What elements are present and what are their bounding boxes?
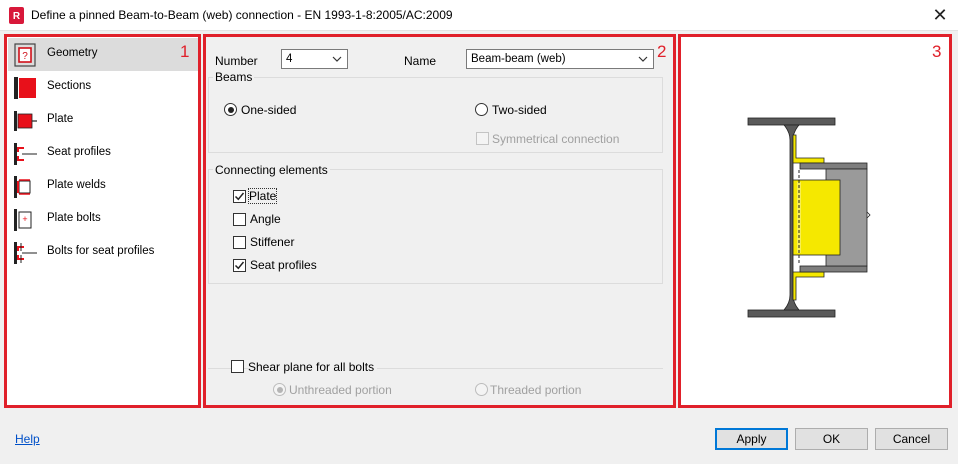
annotation-number-2: 2 (657, 42, 667, 61)
title-bar: R Define a pinned Beam-to-Beam (web) con… (0, 0, 958, 31)
shear-plane-checkbox[interactable] (231, 360, 244, 373)
nav-label: Geometry (47, 47, 98, 59)
beam-bottom-flange (799, 265, 868, 273)
stiffener-label[interactable]: Stiffener (250, 235, 294, 249)
number-value: 4 (286, 53, 293, 65)
seat-profiles-icon (14, 143, 37, 165)
nav-item-plate-welds[interactable]: Plate welds (8, 170, 198, 203)
shear-plane-label[interactable]: Shear plane for all bolts (248, 360, 378, 374)
nav-label: Sections (47, 80, 92, 92)
check-icon (234, 192, 245, 201)
robot-app-icon: R (9, 7, 24, 24)
nav-item-plate-bolts[interactable]: + Plate bolts (8, 203, 198, 236)
name-select[interactable]: Beam-beam (web) (466, 49, 654, 69)
connection-drawing (747, 117, 871, 318)
two-sided-label[interactable]: Two-sided (492, 103, 547, 117)
symmetrical-checkbox[interactable] (476, 132, 489, 145)
annotation-number-3: 3 (932, 42, 942, 61)
nav-panel: ? Geometry Sections Plate Seat profiles (6, 36, 200, 407)
unthreaded-label[interactable]: Unthreaded portion (289, 383, 392, 397)
nav-label: Plate (47, 113, 74, 125)
cancel-button[interactable]: Cancel (875, 428, 948, 450)
symmetrical-label[interactable]: Symmetrical connection (492, 132, 619, 146)
svg-text:?: ? (22, 51, 28, 62)
number-label: Number (215, 54, 258, 68)
bolts-seat-profiles-icon (14, 242, 37, 264)
nav-item-geometry[interactable]: ? Geometry (8, 38, 198, 71)
help-link[interactable]: Help (15, 432, 40, 446)
threaded-label[interactable]: Threaded portion (490, 383, 581, 397)
ok-button[interactable]: OK (795, 428, 868, 450)
beams-group-title: Beams (213, 70, 255, 84)
chevron-down-icon (638, 56, 648, 62)
angle-checkbox[interactable] (233, 213, 246, 226)
plate-welds-icon (14, 176, 31, 198)
nav-label: Plate bolts (47, 212, 101, 224)
lower-seat-angle (792, 271, 825, 301)
plate-bolts-icon: + (14, 209, 32, 231)
plate-label[interactable]: Plate (247, 188, 278, 204)
sections-icon (14, 77, 36, 99)
angle-label[interactable]: Angle (250, 212, 281, 226)
apply-button[interactable]: Apply (715, 428, 788, 450)
nav-item-bolts-seat-profiles[interactable]: Bolts for seat profiles (8, 236, 198, 269)
one-sided-label[interactable]: One-sided (241, 103, 296, 117)
name-label: Name (404, 54, 437, 68)
check-icon (234, 261, 245, 270)
girder-top-flange (747, 117, 836, 126)
nav-label: Seat profiles (47, 146, 111, 158)
girder-bottom-flange (747, 309, 836, 318)
number-select[interactable]: 4 (281, 49, 348, 69)
nav-label: Bolts for seat profiles (47, 245, 155, 257)
close-icon[interactable]: ✕ (928, 4, 952, 26)
geometry-form: Number 4 Name Beam-beam (web) Beams One-… (204, 36, 675, 407)
seat-profiles-checkbox[interactable] (233, 259, 246, 272)
nav-item-seat-profiles[interactable]: Seat profiles (8, 137, 198, 170)
threaded-radio[interactable] (475, 383, 488, 396)
nav-item-sections[interactable]: Sections (8, 71, 198, 104)
name-value: Beam-beam (web) (471, 53, 566, 65)
app-icon-letter: R (13, 11, 21, 22)
nav-label: Plate welds (47, 179, 106, 191)
geometry-icon: ? (14, 43, 36, 67)
annotation-number-1: 1 (180, 42, 190, 61)
two-sided-radio[interactable] (475, 103, 488, 116)
stiffener-checkbox[interactable] (233, 236, 246, 249)
connection-preview (680, 36, 950, 407)
beam-top-flange (799, 162, 868, 170)
break-mark (866, 211, 871, 219)
svg-text:+: + (22, 214, 27, 224)
connecting-group-title: Connecting elements (213, 163, 330, 177)
unthreaded-radio[interactable] (273, 383, 286, 396)
plate-icon (14, 111, 37, 131)
chevron-down-icon (332, 56, 342, 62)
nav-item-plate[interactable]: Plate (8, 104, 198, 137)
window-title: Define a pinned Beam-to-Beam (web) conne… (31, 8, 453, 22)
upper-seat-angle (792, 134, 825, 164)
seat-profiles-label[interactable]: Seat profiles (250, 258, 317, 272)
plate-checkbox[interactable] (233, 190, 246, 203)
one-sided-radio[interactable] (224, 103, 237, 116)
